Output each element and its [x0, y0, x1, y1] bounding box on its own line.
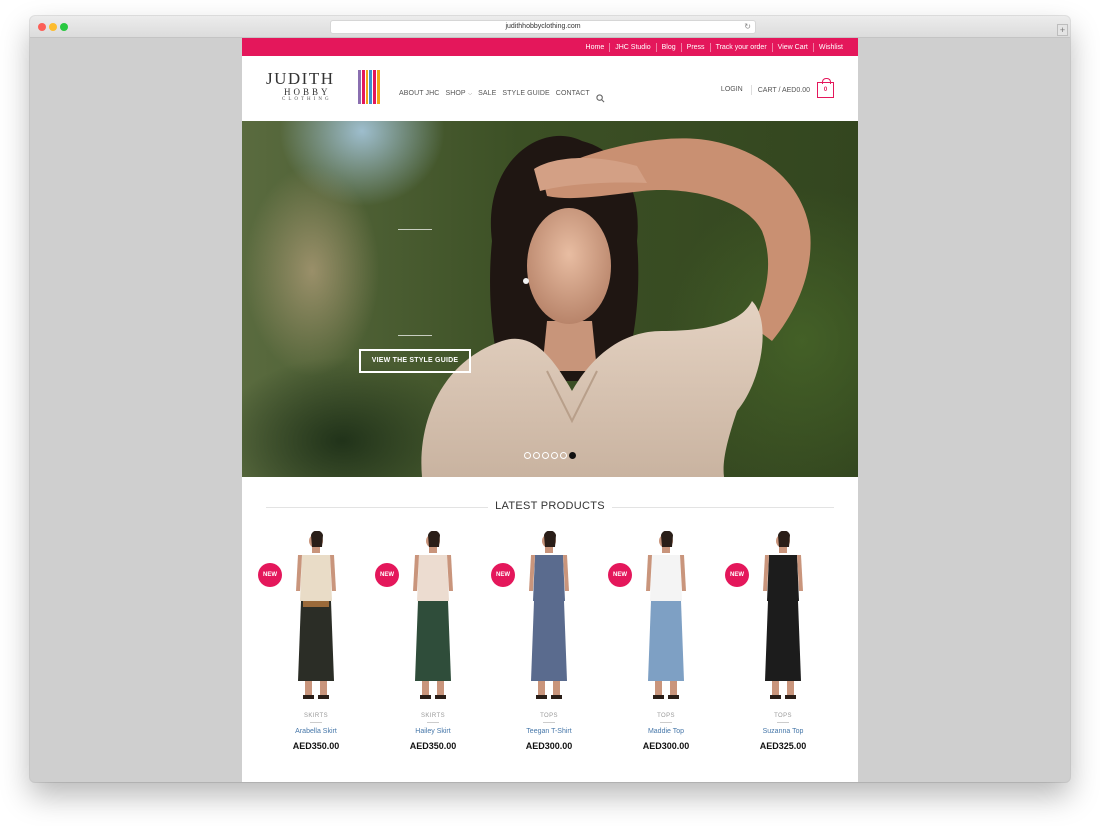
topbar-link-home[interactable]: Home [581, 43, 610, 52]
maximize-window-button[interactable] [60, 23, 68, 31]
new-badge: NEW [491, 563, 515, 587]
login-link[interactable]: LOGIN [721, 85, 752, 95]
logo-stripe [377, 70, 380, 104]
product-price: AED350.00 [409, 741, 457, 751]
product-name[interactable]: Maddie Top [608, 728, 724, 735]
address-bar[interactable]: judithhobbyclothing.com ↻ [330, 20, 756, 34]
product-card[interactable]: NEW TOPS Teegan T-Shirt AED300.00 [491, 531, 607, 771]
slider-dot[interactable] [542, 452, 549, 459]
category-divider [777, 722, 789, 723]
logo-name: JUDITH [266, 69, 335, 88]
product-category[interactable]: SKIRTS [258, 713, 374, 719]
product-image[interactable] [375, 531, 491, 707]
new-badge: NEW [258, 563, 282, 587]
nav-style-guide[interactable]: STYLE GUIDE [502, 90, 549, 97]
topbar-link-track-order[interactable]: Track your order [709, 42, 772, 52]
product-card[interactable]: NEW TOPS Maddie Top AED300.00 [608, 531, 724, 771]
product-image[interactable] [725, 531, 841, 707]
slider-dot[interactable] [524, 452, 531, 459]
hero-slider: VIEW THE STYLE GUIDE [242, 121, 858, 477]
slider-pagination [524, 452, 576, 459]
product-price: AED300.00 [642, 741, 690, 751]
product-category[interactable]: TOPS [491, 713, 607, 719]
nav-contact[interactable]: CONTACT [556, 90, 590, 97]
latest-products-title: LATEST PRODUCTS [495, 500, 605, 512]
category-divider [310, 722, 322, 723]
product-grid: NEW SKIRTS Arabella Skirt AED350.00 NEW … [258, 531, 842, 771]
hero-divider-top [398, 229, 432, 230]
product-card[interactable]: NEW TOPS Suzanna Top AED325.00 [725, 531, 841, 771]
browser-window: judithhobbyclothing.com ↻ + Home JHC Stu… [30, 16, 1070, 782]
web-page: Home JHC Studio Blog Press Track your or… [242, 38, 858, 782]
reload-icon[interactable]: ↻ [744, 21, 751, 33]
site-header: JUDITH HOBBY CLOTHING ABOUT JHC SHOP ⌵ S… [242, 56, 858, 121]
product-card[interactable]: NEW SKIRTS Hailey Skirt AED350.00 [375, 531, 491, 771]
minimize-window-button[interactable] [49, 23, 57, 31]
product-category[interactable]: TOPS [725, 713, 841, 719]
logo-stripe [365, 70, 369, 104]
cart-bag-icon[interactable]: 0 [817, 78, 834, 98]
slider-dot[interactable] [533, 452, 540, 459]
logo-stripe [361, 70, 365, 104]
hero-image [421, 135, 811, 477]
product-price: AED350.00 [292, 741, 340, 751]
nav-shop[interactable]: SHOP ⌵ [445, 90, 472, 97]
topbar-link-press[interactable]: Press [680, 42, 710, 52]
chevron-down-icon: ⌵ [466, 91, 473, 97]
slider-dot[interactable] [551, 452, 558, 459]
logo-stripe [373, 70, 377, 104]
nav-sale[interactable]: SALE [478, 90, 496, 97]
nav-shop-label: SHOP [445, 90, 466, 97]
product-name[interactable]: Suzanna Top [725, 728, 841, 735]
account-area: LOGIN CART / AED0.00 0 [721, 78, 834, 98]
logo-stripe [358, 70, 361, 104]
browser-toolbar: judithhobbyclothing.com ↻ + [30, 16, 1070, 38]
product-price: AED300.00 [525, 741, 573, 751]
category-divider [660, 722, 672, 723]
product-image[interactable] [258, 531, 374, 707]
logo-stripe [369, 70, 373, 104]
top-utility-bar: Home JHC Studio Blog Press Track your or… [242, 38, 858, 56]
topbar-link-blog[interactable]: Blog [655, 42, 681, 52]
product-name[interactable]: Teegan T-Shirt [491, 728, 607, 735]
main-navigation: ABOUT JHC SHOP ⌵ SALE STYLE GUIDE CONTAC… [399, 89, 605, 103]
topbar-link-wishlist[interactable]: Wishlist [812, 42, 848, 52]
product-card[interactable]: NEW SKIRTS Arabella Skirt AED350.00 [258, 531, 374, 771]
product-price: AED325.00 [759, 741, 807, 751]
topbar-link-view-cart[interactable]: View Cart [771, 42, 813, 52]
new-badge: NEW [608, 563, 632, 587]
new-badge: NEW [725, 563, 749, 587]
logo-line-3: CLOTHING [282, 97, 332, 102]
slider-dot[interactable] [569, 452, 576, 459]
hero-divider-bottom [398, 335, 432, 336]
search-icon[interactable] [596, 90, 605, 103]
slider-dot[interactable] [560, 452, 567, 459]
product-image[interactable] [608, 531, 724, 707]
category-divider [543, 722, 555, 723]
category-divider [427, 722, 439, 723]
site-logo[interactable]: JUDITH HOBBY CLOTHING [266, 70, 382, 108]
address-bar-url: judithhobbyclothing.com [505, 23, 581, 30]
new-badge: NEW [375, 563, 399, 587]
product-name[interactable]: Arabella Skirt [258, 728, 374, 735]
product-category[interactable]: SKIRTS [375, 713, 491, 719]
section-rule-right [612, 507, 834, 508]
new-tab-button[interactable]: + [1057, 24, 1068, 36]
logo-line-2: HOBBY [284, 87, 331, 97]
topbar-link-jhc-studio[interactable]: JHC Studio [609, 42, 655, 52]
logo-stripes [358, 70, 380, 104]
cart-link[interactable]: CART / AED0.00 [758, 87, 810, 94]
nav-about[interactable]: ABOUT JHC [399, 90, 439, 97]
close-window-button[interactable] [38, 23, 46, 31]
product-category[interactable]: TOPS [608, 713, 724, 719]
product-image[interactable] [491, 531, 607, 707]
view-style-guide-button[interactable]: VIEW THE STYLE GUIDE [359, 349, 471, 373]
product-name[interactable]: Hailey Skirt [375, 728, 491, 735]
